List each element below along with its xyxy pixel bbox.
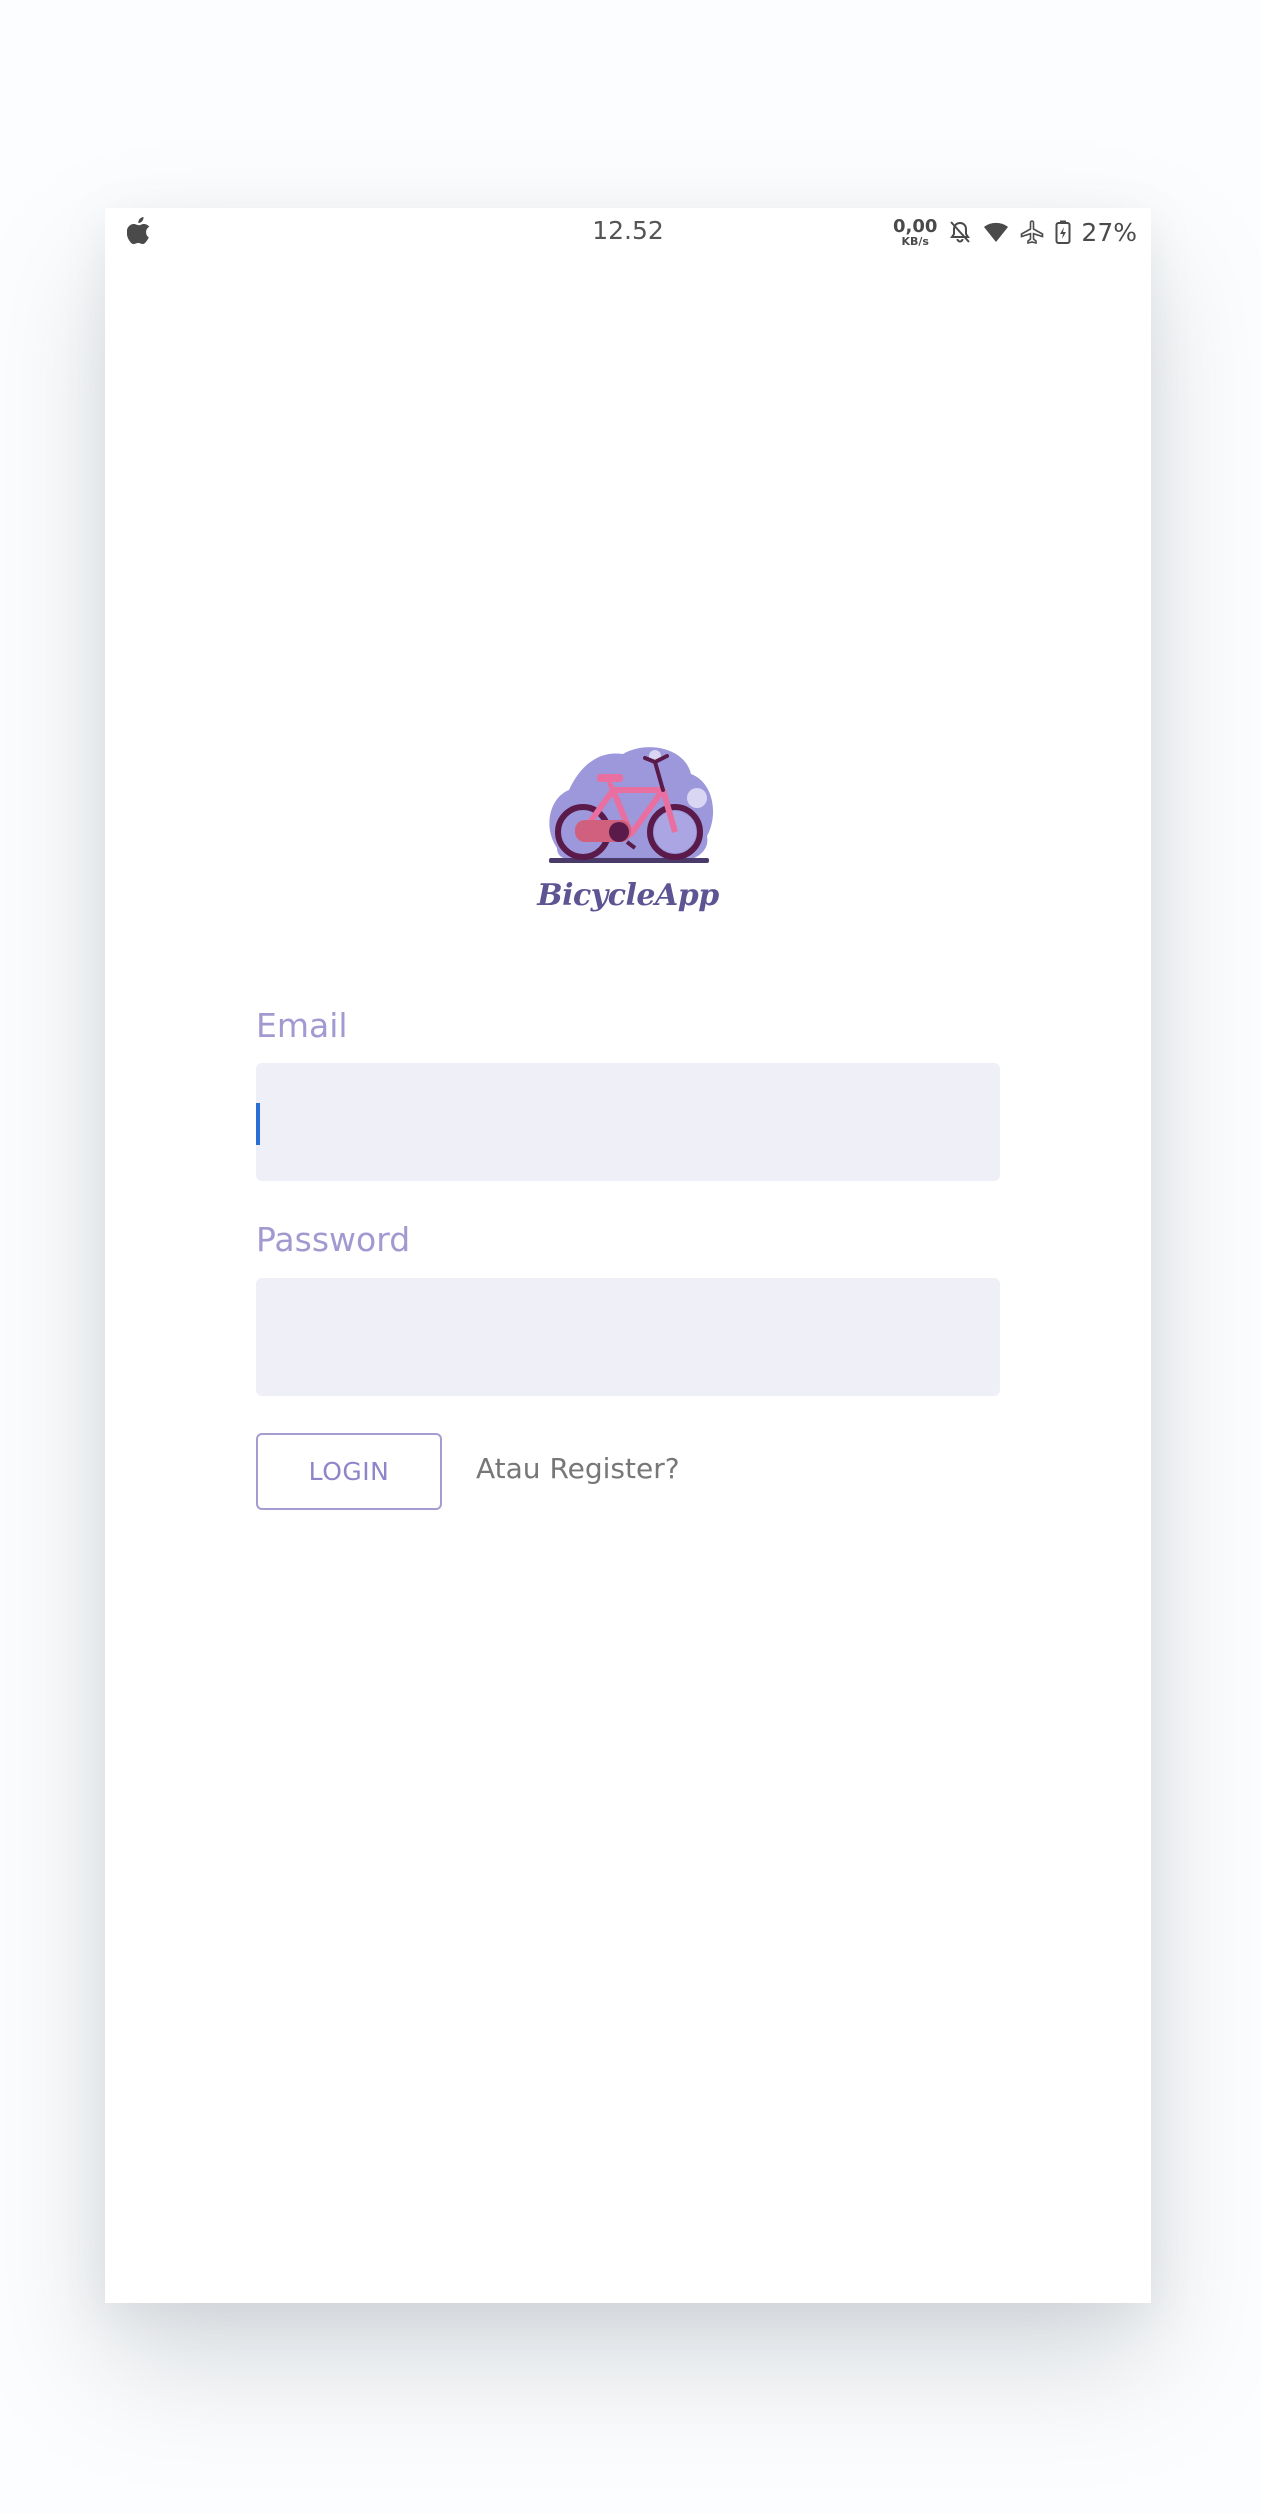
phone-screen: 12.52 0,00 KB/s 27% BicycleApp Email Pas… <box>105 208 1151 2303</box>
battery-percent: 27% <box>1081 217 1137 247</box>
bicycle-icon <box>549 747 714 863</box>
app-logo-text: BicycleApp <box>537 878 719 913</box>
network-speed-value: 0,00 <box>893 215 938 237</box>
register-link[interactable]: Atau Register? <box>476 1452 680 1485</box>
bell-off-icon <box>950 221 971 243</box>
status-right-group: 0,00 KB/s 27% <box>893 214 1137 250</box>
battery-charging-icon <box>1055 220 1071 244</box>
airplane-icon <box>1021 220 1044 245</box>
network-speed-unit: KB/s <box>901 234 929 248</box>
password-label: Password <box>256 1220 411 1259</box>
network-speed: 0,00 KB/s <box>893 215 938 248</box>
email-field[interactable] <box>256 1063 1000 1181</box>
login-button[interactable]: LOGIN <box>256 1433 442 1510</box>
wifi-icon <box>984 222 1009 242</box>
text-cursor <box>256 1103 260 1145</box>
status-bar: 12.52 0,00 KB/s 27% <box>105 208 1151 256</box>
screen-canvas: 12.52 0,00 KB/s 27% BicycleApp Email Pas… <box>0 0 1261 2514</box>
email-label: Email <box>256 1006 348 1045</box>
password-field[interactable] <box>256 1278 1000 1396</box>
app-logo: BicycleApp <box>535 728 721 918</box>
